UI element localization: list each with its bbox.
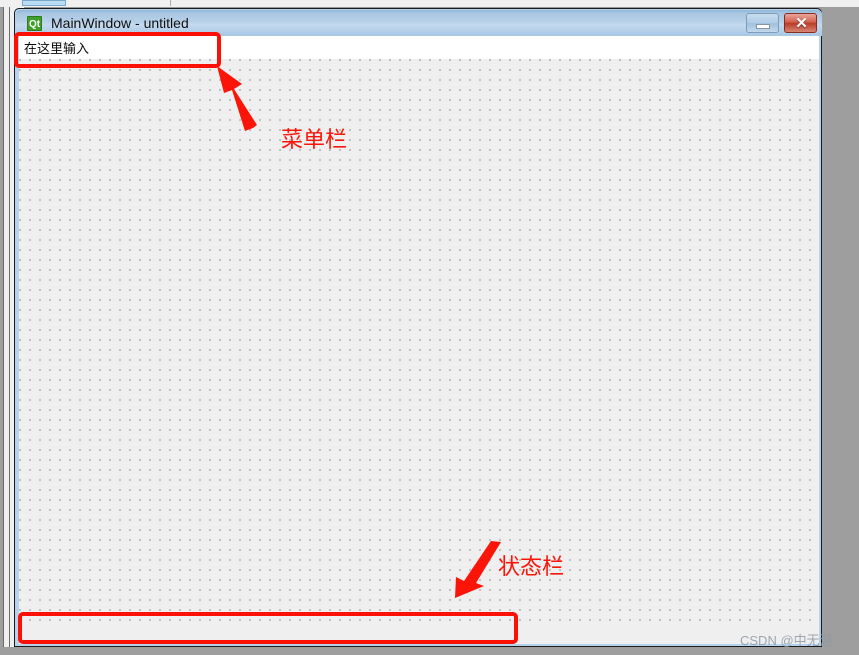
left-gutter-rail-inner	[9, 7, 10, 655]
minimize-icon[interactable]	[746, 13, 779, 33]
close-icon[interactable]: ✕	[784, 13, 817, 33]
window-controls: ✕	[746, 13, 817, 33]
main-window-form: Qt MainWindow - untitled ✕ 在这里输入	[14, 8, 822, 647]
window-title: MainWindow - untitled	[51, 15, 189, 31]
menu-bar-placeholder[interactable]: 在这里输入	[24, 38, 89, 57]
ide-toolbar-divider	[170, 0, 171, 6]
ide-top-strip	[0, 0, 859, 8]
menu-bar[interactable]: 在这里输入	[19, 36, 819, 59]
csdn-watermark: CSDN @中无涯	[740, 633, 833, 648]
close-glyph: ✕	[795, 15, 808, 32]
qt-logo-icon: Qt	[27, 15, 42, 31]
title-bar[interactable]: Qt MainWindow - untitled ✕	[16, 10, 822, 36]
desktop-background-bottom	[0, 647, 859, 655]
central-widget-canvas[interactable]	[19, 59, 819, 622]
ide-tab-fragment[interactable]	[22, 0, 66, 6]
desktop-background-right	[823, 7, 859, 655]
status-bar[interactable]	[19, 622, 819, 644]
left-gutter-rail-outer	[3, 7, 4, 655]
